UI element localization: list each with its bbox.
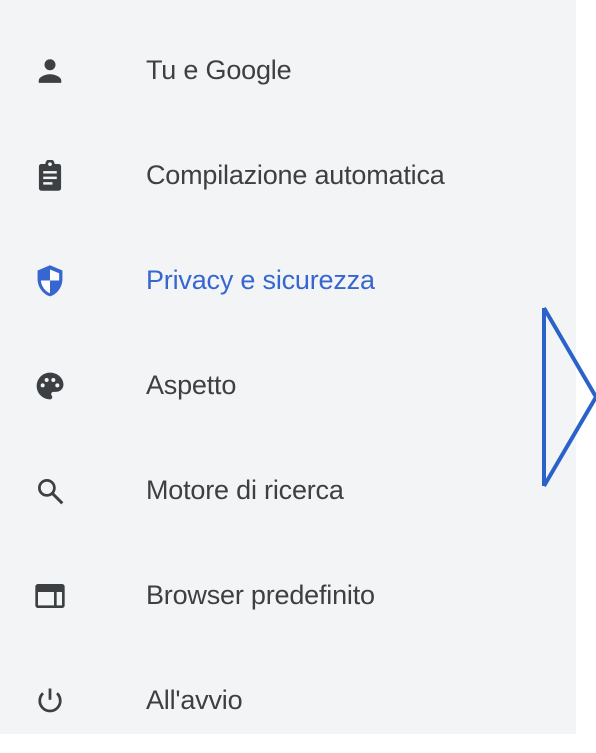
- menu-item-privacy-security[interactable]: Privacy e sicurezza: [0, 228, 576, 333]
- menu-item-on-startup[interactable]: All'avvio: [0, 648, 576, 753]
- menu-item-label: All'avvio: [146, 685, 243, 715]
- power-icon: [30, 681, 70, 721]
- menu-item-you-and-google[interactable]: Tu e Google: [0, 18, 576, 123]
- play-triangle-outline-icon: [542, 306, 596, 488]
- menu-item-label: Browser predefinito: [146, 580, 375, 610]
- palette-icon: [30, 366, 70, 406]
- menu-item-label: Aspetto: [146, 370, 237, 400]
- settings-sidebar: Tu e Google Compilazione automatica Priv…: [0, 0, 576, 734]
- settings-menu: Tu e Google Compilazione automatica Priv…: [0, 18, 576, 753]
- browser-window-icon: [30, 576, 70, 616]
- menu-item-appearance[interactable]: Aspetto: [0, 333, 576, 438]
- search-icon: [30, 471, 70, 511]
- menu-item-autofill[interactable]: Compilazione automatica: [0, 123, 576, 228]
- shield-icon: [30, 261, 70, 301]
- menu-item-search-engine[interactable]: Motore di ricerca: [0, 438, 576, 543]
- menu-item-label: Privacy e sicurezza: [146, 265, 375, 295]
- menu-item-label: Motore di ricerca: [146, 475, 344, 505]
- clipboard-icon: [30, 156, 70, 196]
- person-icon: [30, 51, 70, 91]
- menu-item-label: Compilazione automatica: [146, 160, 445, 190]
- menu-item-default-browser[interactable]: Browser predefinito: [0, 543, 576, 648]
- menu-item-label: Tu e Google: [146, 55, 292, 85]
